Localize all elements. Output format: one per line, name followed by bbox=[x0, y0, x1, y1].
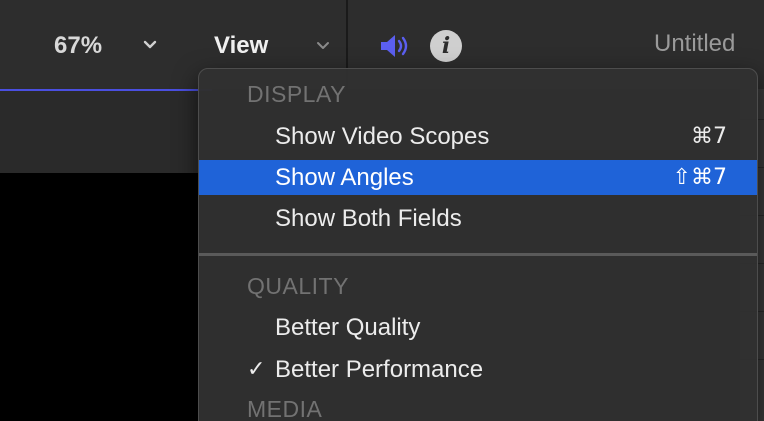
view-menu-label: View bbox=[214, 32, 269, 59]
view-dropdown-menu: DISPLAY Show Video Scopes ⌘7 Show Angles… bbox=[198, 68, 758, 421]
menu-item-better-performance[interactable]: ✓ Better Performance bbox=[199, 352, 757, 387]
checkmark-icon: ✓ bbox=[247, 357, 266, 382]
menu-section-header-display: DISPLAY bbox=[247, 81, 346, 107]
menu-section-header-quality: QUALITY bbox=[247, 273, 349, 299]
menu-item-show-angles[interactable]: Show Angles ⇧⌘7 bbox=[199, 160, 757, 195]
view-menu-button[interactable]: View bbox=[214, 28, 268, 64]
keyboard-shortcut: ⇧⌘7 bbox=[672, 165, 727, 190]
menu-item-label: Show Both Fields bbox=[275, 204, 462, 232]
project-title: Untitled bbox=[654, 30, 736, 57]
info-glyph: i bbox=[441, 33, 451, 59]
menu-item-better-quality[interactable]: Better Quality bbox=[199, 310, 757, 345]
chevron-down-icon[interactable] bbox=[143, 38, 157, 52]
menu-item-show-both-fields[interactable]: Show Both Fields bbox=[199, 201, 757, 236]
menu-item-label: Show Angles bbox=[275, 163, 414, 191]
zoom-level-popup[interactable]: 67% bbox=[54, 28, 102, 64]
app-window: 67% View i Untitled DISPLAY Show Video S… bbox=[0, 0, 764, 421]
zoom-level-label: 67% bbox=[54, 32, 103, 59]
info-icon[interactable]: i bbox=[430, 30, 462, 62]
menu-item-show-video-scopes[interactable]: Show Video Scopes ⌘7 bbox=[199, 119, 757, 154]
menu-separator bbox=[199, 253, 757, 256]
keyboard-shortcut: ⌘7 bbox=[691, 124, 727, 149]
menu-item-label: Better Performance bbox=[275, 355, 484, 383]
menu-item-label: Better Quality bbox=[275, 313, 421, 341]
chevron-down-icon[interactable] bbox=[316, 39, 330, 53]
menu-item-label: Show Video Scopes bbox=[275, 122, 490, 150]
menu-section-header-media: MEDIA bbox=[247, 396, 323, 421]
speaker-icon[interactable] bbox=[378, 32, 412, 60]
